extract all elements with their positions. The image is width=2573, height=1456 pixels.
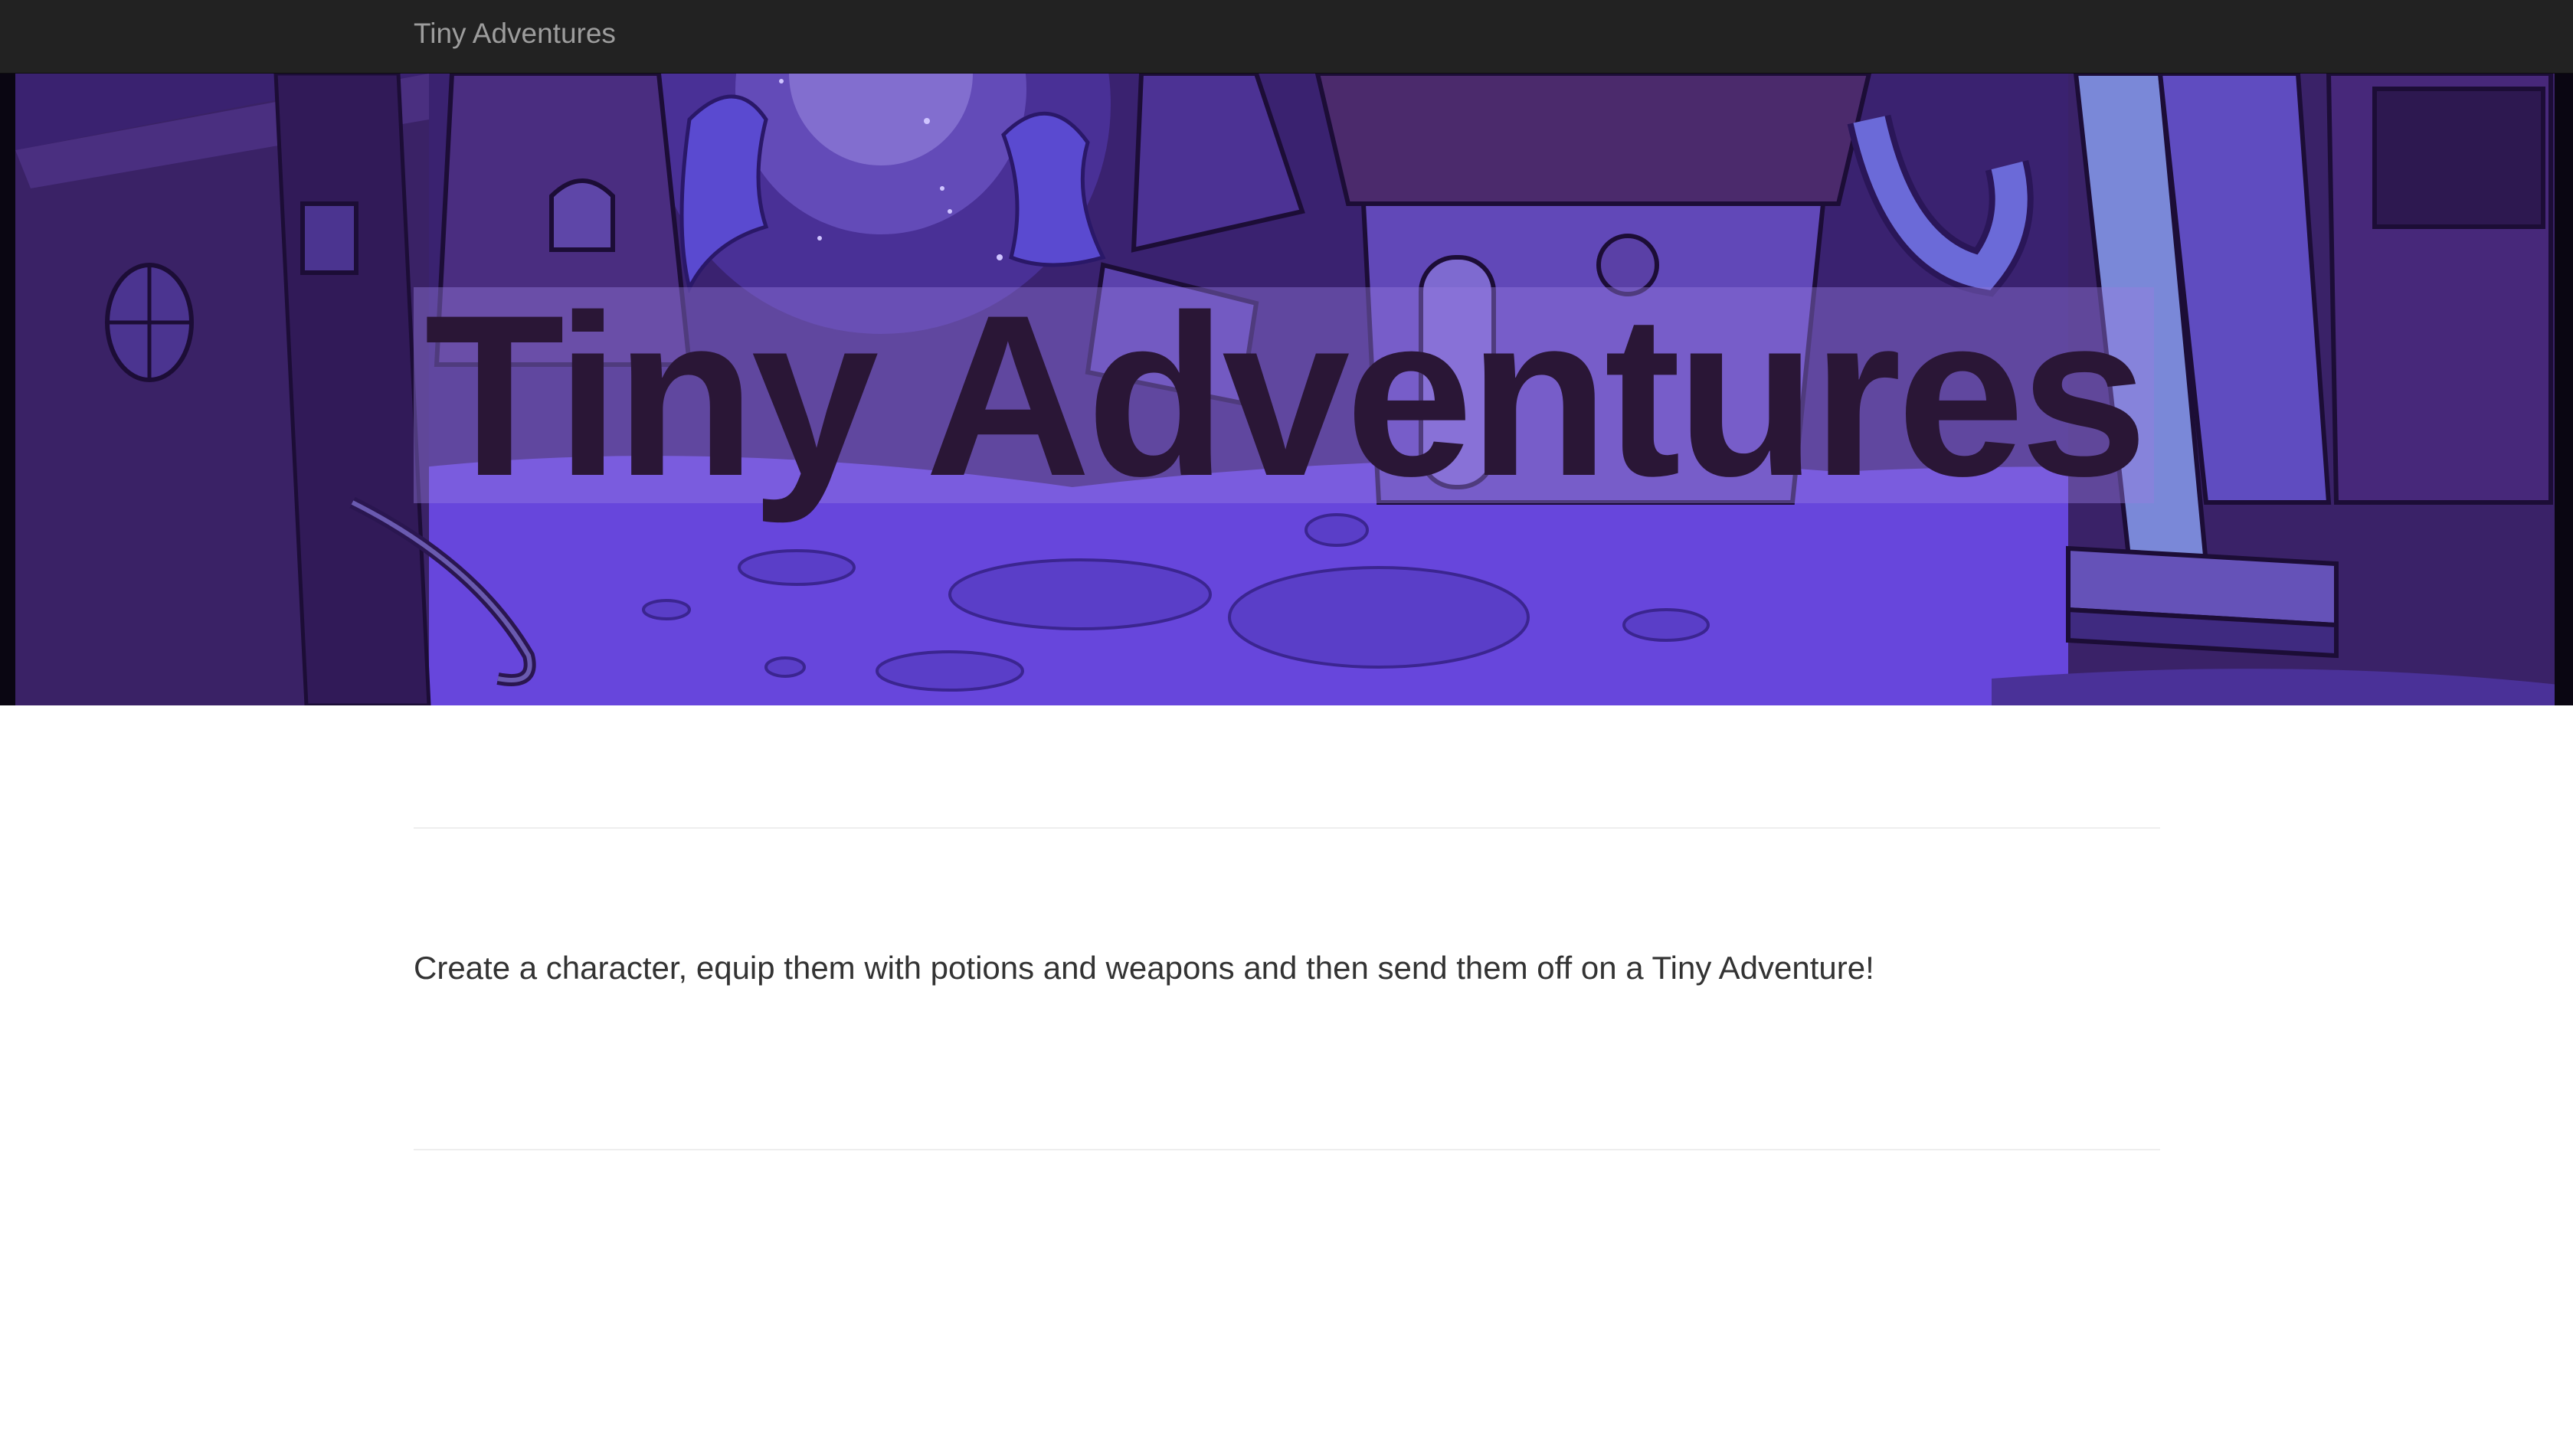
navbar-brand-link[interactable]: Tiny Adventures [414,0,616,67]
divider-bottom [414,1149,2160,1150]
hero-banner: Tiny Adventures [0,74,2573,705]
hero-title: Tiny Adventures [424,267,2148,524]
tagline-text: Create a character, equip them with poti… [414,950,1874,986]
top-navbar: Tiny Adventures [0,0,2573,74]
divider-top [414,827,2160,829]
